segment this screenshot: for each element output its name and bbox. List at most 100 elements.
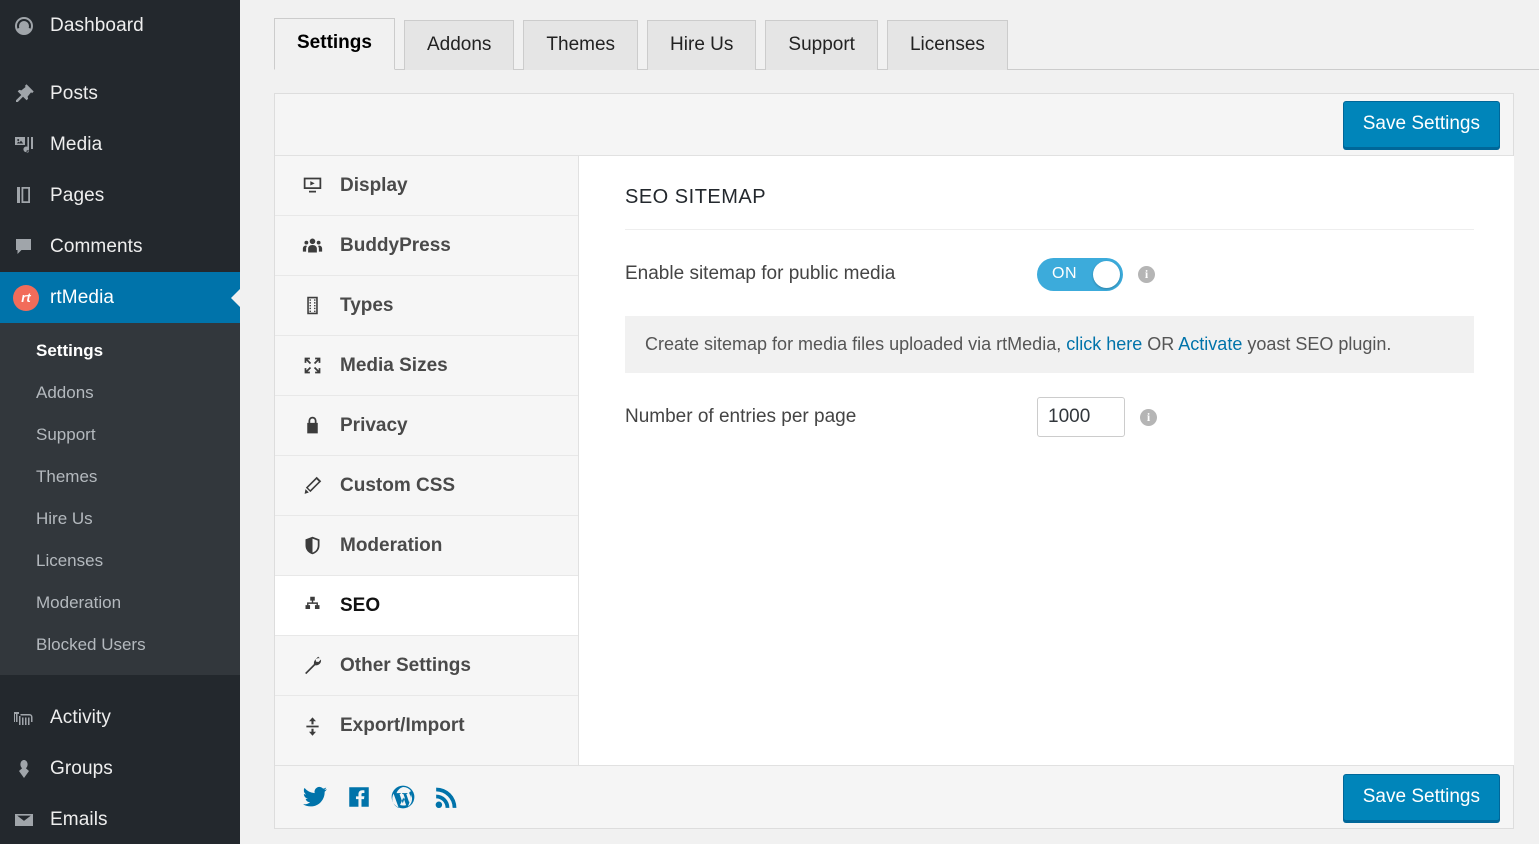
subnav-item-custom-css[interactable]: Custom CSS	[275, 456, 578, 516]
sidebar-item-media[interactable]: Media	[0, 119, 240, 170]
tab-addons[interactable]: Addons	[404, 20, 514, 70]
css-brush-icon	[302, 475, 340, 496]
save-settings-button-bottom[interactable]: Save Settings	[1343, 774, 1500, 821]
subnav-item-media-sizes[interactable]: Media Sizes	[275, 336, 578, 396]
subnav-item-export-import[interactable]: Export/Import	[275, 696, 578, 756]
subnav-item-label: BuddyPress	[340, 235, 451, 257]
sidebar-item-dashboard[interactable]: Dashboard	[0, 0, 240, 51]
subnav-item-other-settings[interactable]: Other Settings	[275, 636, 578, 696]
subnav-item-display[interactable]: Display	[275, 156, 578, 216]
settings-subnav: Display BuddyPress Types	[275, 156, 579, 765]
click-here-link[interactable]: click here	[1066, 334, 1142, 354]
sidebar-item-label: Dashboard	[46, 15, 144, 37]
save-settings-button-top[interactable]: Save Settings	[1343, 101, 1500, 148]
subnav-item-privacy[interactable]: Privacy	[275, 396, 578, 456]
main-content-area: Settings Addons Themes Hire Us Support L…	[240, 0, 1539, 844]
buddypress-icon	[302, 235, 340, 256]
admin-sidebar: Dashboard Posts Media Pages Commen	[0, 0, 240, 844]
panel-footer: Save Settings	[275, 765, 1513, 828]
sidebar-subitem-moderation[interactable]: Moderation	[0, 582, 240, 624]
export-import-icon	[302, 716, 340, 737]
sidebar-item-pages[interactable]: Pages	[0, 170, 240, 221]
email-icon	[12, 808, 46, 832]
lock-icon	[302, 415, 340, 436]
facebook-icon[interactable]	[346, 784, 372, 810]
enable-sitemap-toggle[interactable]: ON	[1037, 258, 1123, 291]
tab-bar: Settings Addons Themes Hire Us Support L…	[274, 0, 1539, 70]
twitter-icon[interactable]	[302, 784, 328, 810]
subnav-item-label: Types	[340, 295, 394, 317]
expand-arrows-icon	[302, 355, 340, 376]
subnav-item-types[interactable]: Types	[275, 276, 578, 336]
entries-per-page-label: Number of entries per page	[625, 406, 1037, 428]
sidebar-divider-lower	[0, 675, 240, 692]
subnav-item-label: SEO	[340, 595, 380, 617]
sidebar-item-label: Emails	[46, 809, 108, 831]
tab-settings[interactable]: Settings	[274, 18, 395, 70]
subnav-item-buddypress[interactable]: BuddyPress	[275, 216, 578, 276]
wordpress-icon[interactable]	[390, 784, 416, 810]
dashboard-icon	[12, 14, 46, 38]
notice-text-after: yoast SEO plugin.	[1247, 334, 1391, 354]
sidebar-item-rtmedia[interactable]: rt rtMedia	[0, 272, 240, 323]
sidebar-subitem-blocked-users[interactable]: Blocked Users	[0, 624, 240, 666]
sidebar-item-label: Posts	[46, 83, 98, 105]
rtmedia-badge-label: rt	[13, 285, 39, 311]
subnav-item-label: Privacy	[340, 415, 408, 437]
rtmedia-badge-icon: rt	[12, 285, 46, 311]
tab-licenses[interactable]: Licenses	[887, 20, 1008, 70]
toggle-state-label: ON	[1037, 265, 1077, 283]
tab-support[interactable]: Support	[765, 20, 878, 70]
sidebar-subitem-addons[interactable]: Addons	[0, 372, 240, 414]
subnav-item-moderation[interactable]: Moderation	[275, 516, 578, 576]
subnav-item-seo[interactable]: SEO	[275, 576, 578, 636]
sidebar-item-comments[interactable]: Comments	[0, 221, 240, 272]
rtmedia-submenu: Settings Addons Support Themes Hire Us L…	[0, 323, 240, 675]
sidebar-subitem-support[interactable]: Support	[0, 414, 240, 456]
sitemap-notice: Create sitemap for media files uploaded …	[625, 316, 1474, 373]
rss-icon[interactable]	[434, 784, 460, 810]
info-icon[interactable]: i	[1138, 266, 1155, 283]
sidebar-item-label: Comments	[46, 236, 143, 258]
sidebar-item-label: Pages	[46, 185, 104, 207]
shield-icon	[302, 535, 340, 556]
activate-link[interactable]: Activate	[1178, 334, 1242, 354]
subnav-item-label: Moderation	[340, 535, 442, 557]
enable-sitemap-row: Enable sitemap for public media ON i	[625, 254, 1474, 294]
sidebar-item-label: Media	[46, 134, 102, 156]
sidebar-item-posts[interactable]: Posts	[0, 68, 240, 119]
pin-icon	[12, 82, 46, 106]
sidebar-item-activity[interactable]: Activity	[0, 692, 240, 743]
entries-per-page-row: Number of entries per page i	[625, 397, 1474, 437]
activity-icon	[12, 706, 46, 730]
sidebar-subitem-licenses[interactable]: Licenses	[0, 540, 240, 582]
tab-hire-us[interactable]: Hire Us	[647, 20, 756, 70]
subnav-item-label: Other Settings	[340, 655, 471, 677]
subnav-item-label: Media Sizes	[340, 355, 448, 377]
sidebar-divider	[0, 51, 240, 68]
sidebar-item-emails[interactable]: Emails	[0, 794, 240, 844]
sidebar-subitem-settings[interactable]: Settings	[0, 330, 240, 372]
wrench-icon	[302, 655, 340, 676]
subnav-item-label: Custom CSS	[340, 475, 455, 497]
panel-body: Display BuddyPress Types	[275, 156, 1513, 765]
seo-settings-content: SEO SITEMAP Enable sitemap for public me…	[579, 156, 1514, 765]
sidebar-subitem-themes[interactable]: Themes	[0, 456, 240, 498]
settings-panel: Save Settings Display Bud	[274, 93, 1514, 829]
tab-themes[interactable]: Themes	[523, 20, 638, 70]
sidebar-item-groups[interactable]: Groups	[0, 743, 240, 794]
sidebar-item-label: rtMedia	[46, 287, 114, 309]
sidebar-item-label: Groups	[46, 758, 113, 780]
notice-text-middle: OR	[1147, 334, 1174, 354]
entries-per-page-input[interactable]	[1037, 397, 1125, 437]
sidebar-item-label: Activity	[46, 707, 111, 729]
media-icon	[12, 133, 46, 157]
wordpress-admin-screen: Dashboard Posts Media Pages Commen	[0, 0, 1539, 844]
pages-icon	[12, 184, 46, 208]
subnav-item-label: Export/Import	[340, 715, 465, 737]
info-icon[interactable]: i	[1140, 409, 1157, 426]
groups-icon	[12, 757, 46, 781]
sitemap-icon	[302, 595, 340, 616]
sidebar-subitem-hire-us[interactable]: Hire Us	[0, 498, 240, 540]
film-strip-icon	[302, 295, 340, 316]
